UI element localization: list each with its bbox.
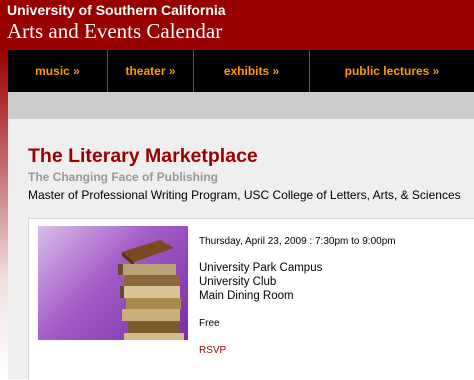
event-location-campus: University Park Campus	[199, 262, 323, 274]
event-datetime: Thursday, April 23, 2009 : 7:30pm to 9:0…	[199, 236, 396, 247]
books-image	[118, 240, 184, 340]
site-header: University of Southern California Arts a…	[0, 0, 474, 50]
nav-item-music[interactable]: music »	[8, 50, 108, 92]
university-name[interactable]: University of Southern California	[7, 2, 226, 18]
event-title: The Literary Marketplace	[28, 145, 258, 167]
event-subtitle: The Changing Face of Publishing	[28, 170, 219, 184]
sub-nav-bar	[8, 92, 474, 119]
event-photo	[38, 226, 188, 340]
event-program: Master of Professional Writing Program, …	[28, 188, 461, 202]
event-location-room: Main Dining Room	[199, 290, 294, 302]
rsvp-link[interactable]: RSVP	[199, 345, 226, 356]
event-price: Free	[199, 318, 220, 329]
event-location-building: University Club	[199, 276, 277, 288]
nav-item-exhibits[interactable]: exhibits »	[194, 50, 310, 92]
category-nav: music » theater » exhibits » public lect…	[8, 50, 474, 92]
nav-item-theater[interactable]: theater »	[108, 50, 194, 92]
nav-item-public-lectures[interactable]: public lectures »	[310, 50, 474, 92]
side-gradient-strip	[0, 50, 8, 379]
calendar-title[interactable]: Arts and Events Calendar	[7, 19, 222, 44]
